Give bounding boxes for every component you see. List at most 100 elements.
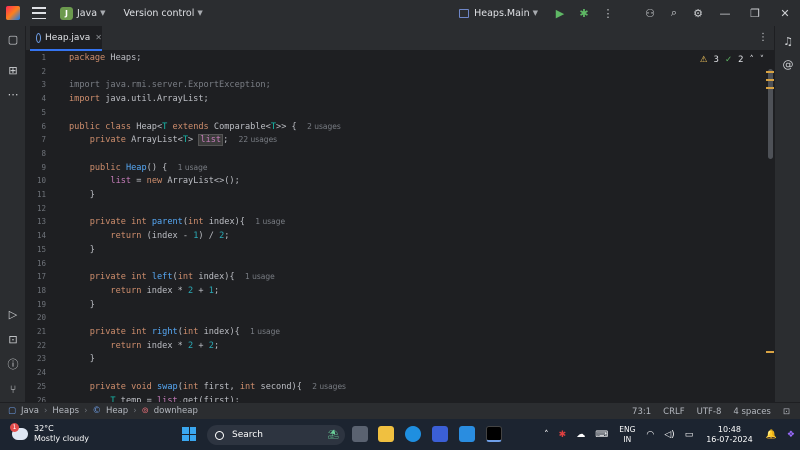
ai-assistant-icon[interactable]: @	[775, 54, 800, 74]
code-line[interactable]: }	[69, 245, 95, 255]
minimize-button[interactable]: —	[710, 7, 740, 20]
task-view-icon[interactable]	[352, 426, 368, 442]
run-tool-icon[interactable]: ▷	[0, 304, 26, 324]
search-icon[interactable]: ⌕	[662, 0, 686, 26]
weather-widget[interactable]: 1 32°C Mostly cloudy	[10, 423, 89, 444]
code-line[interactable]: import java.util.ArrayList;	[69, 94, 209, 104]
error-stripe-mark[interactable]	[766, 79, 774, 81]
code-line[interactable]: }	[69, 190, 95, 200]
file-explorer-icon[interactable]	[378, 426, 394, 442]
run-icon[interactable]: ▶	[548, 0, 572, 26]
line-number: 16	[36, 258, 46, 268]
cloud-tray-icon[interactable]: ☁	[576, 430, 585, 440]
vcs-selector[interactable]: Version control ▼	[123, 8, 202, 19]
structure-icon[interactable]: ⊞	[0, 60, 26, 80]
intellij-logo-icon	[6, 6, 20, 20]
left-tool-strip: ▢ ⊞ ⋯ ▷ ⊡ ⓘ ⑂	[0, 26, 26, 402]
clock[interactable]: 10:48 16-07-2024	[706, 425, 753, 445]
settings-gear-icon[interactable]: ⚙	[686, 0, 710, 26]
breadcrumb-item[interactable]: Heap	[106, 406, 128, 416]
code-line[interactable]: list = new ArrayList<>();	[69, 176, 239, 186]
code-line[interactable]: public class Heap<T extends Comparable<T…	[69, 122, 341, 132]
inspection-widget[interactable]: ⚠ 3 ✓ 2 ˄ ˅	[700, 55, 764, 65]
breadcrumb-item[interactable]: Heaps	[52, 406, 79, 416]
line-number: 18	[36, 285, 46, 295]
more-actions-icon[interactable]: ⋮	[596, 0, 620, 26]
close-button[interactable]: ✕	[770, 7, 800, 20]
line-number: 14	[36, 231, 46, 241]
code-line[interactable]: private ArrayList<T> list; 22 usages	[69, 134, 277, 147]
line-number-gutter: 1 2 3 4 5 6 7 8 9 10 11 12 13 14 15 16 17 18 19 20 21 22 23 24 2…	[26, 51, 62, 402]
restore-button[interactable]: ❐	[740, 7, 770, 20]
main-menu-icon[interactable]	[32, 7, 46, 19]
volume-icon[interactable]: ◁)	[664, 430, 674, 440]
keyboard-icon[interactable]: ⌨	[595, 430, 608, 440]
readonly-lock-icon[interactable]: ⊡	[783, 407, 790, 417]
taskbar-search[interactable]: Search ⛱	[207, 425, 345, 445]
line-number: 13	[36, 217, 46, 227]
add-user-icon[interactable]: ⚇	[638, 0, 662, 26]
code-line[interactable]: private int right(int index){ 1 usage	[69, 327, 280, 337]
code-line[interactable]: }	[69, 300, 95, 310]
more-tabs-icon[interactable]: ⋮	[758, 32, 768, 43]
code-line[interactable]: return index * 2 + 2;	[69, 341, 219, 351]
code-line[interactable]: private int left(int index){ 1 usage	[69, 272, 275, 282]
intellij-taskbar-icon[interactable]	[486, 426, 502, 442]
search-highlight-icon: ⛱	[327, 430, 339, 440]
line-number: 15	[36, 244, 46, 254]
code-line[interactable]: private void swap(int first, int second)…	[69, 382, 346, 392]
code-line[interactable]: package Heaps;	[69, 53, 141, 63]
error-stripe-mark[interactable]	[766, 351, 774, 353]
wifi-icon[interactable]: ◠	[646, 430, 654, 440]
more-tools-icon[interactable]: ⋯	[0, 84, 26, 104]
maths-app-icon[interactable]	[432, 426, 448, 442]
line-number: 3	[41, 80, 46, 90]
tab-label: Heap.java	[45, 32, 91, 43]
battery-icon[interactable]: ▭	[685, 430, 694, 440]
language-region: IN	[623, 434, 632, 444]
code-line[interactable]: }	[69, 354, 95, 364]
notification-bell-icon[interactable]: 🔔	[766, 430, 777, 440]
language-indicator[interactable]: ENG IN	[619, 425, 635, 445]
close-icon[interactable]: ✕	[95, 33, 102, 42]
error-stripe-mark[interactable]	[766, 71, 774, 73]
store-app-icon[interactable]	[459, 426, 475, 442]
code-line[interactable]: return (index - 1) / 2;	[69, 231, 229, 241]
line-number: 2	[41, 66, 46, 76]
git-icon[interactable]: ⑂	[0, 379, 26, 399]
terminal-icon[interactable]: ⊡	[0, 329, 26, 349]
notifications-bell-icon[interactable]: ♫	[775, 31, 800, 51]
code-line[interactable]: public Heap() { 1 usage	[69, 163, 208, 173]
edge-browser-icon[interactable]	[405, 426, 421, 442]
caret-position[interactable]: 73:1	[632, 407, 651, 417]
tab-heap-java[interactable]: Heap.java ✕	[30, 26, 102, 51]
code-line[interactable]: import java.rmi.server.ExportException;	[69, 80, 271, 90]
breadcrumb-item[interactable]: Java	[21, 406, 39, 416]
windows-start-icon[interactable]	[182, 427, 196, 441]
vertical-scrollbar[interactable]	[768, 69, 773, 159]
project-selector[interactable]: J Java ▼	[60, 6, 106, 20]
copilot-icon[interactable]: ❖	[787, 430, 795, 440]
project-folder-icon[interactable]: ▢	[0, 29, 26, 49]
code-line[interactable]: return index * 2 + 1;	[69, 286, 219, 296]
problems-icon[interactable]: ⓘ	[0, 354, 26, 374]
breadcrumb-item[interactable]: downheap	[154, 406, 198, 416]
chevron-down-icon: ▼	[100, 9, 106, 17]
temperature: 32°C	[34, 424, 54, 433]
chevron-up-icon[interactable]: ˄	[750, 55, 754, 65]
check-icon: ✓	[724, 55, 733, 65]
debug-icon[interactable]: ✱	[572, 0, 596, 26]
line-separator[interactable]: CRLF	[663, 407, 684, 417]
run-configuration-selector[interactable]: Heaps.Main ▼	[459, 8, 538, 19]
code-editor[interactable]: 1 2 3 4 5 6 7 8 9 10 11 12 13 14 15 16 17 18 19 20 21 22 23 24 2…	[26, 51, 774, 402]
chevron-down-icon[interactable]: ˅	[760, 55, 764, 65]
file-encoding[interactable]: UTF-8	[697, 407, 722, 417]
error-stripe-mark[interactable]	[766, 87, 774, 89]
chevron-up-icon[interactable]: ˄	[544, 430, 549, 440]
breadcrumb-separator-icon: ›	[84, 406, 88, 416]
tray-app-icon[interactable]: ✱	[559, 430, 567, 440]
code-line[interactable]: private int parent(int index){ 1 usage	[69, 217, 285, 227]
title-bar: J Java ▼ Version control ▼ Heaps.Main ▼ …	[0, 0, 800, 26]
warning-count: 3	[713, 55, 719, 65]
indent-setting[interactable]: 4 spaces	[733, 407, 770, 417]
